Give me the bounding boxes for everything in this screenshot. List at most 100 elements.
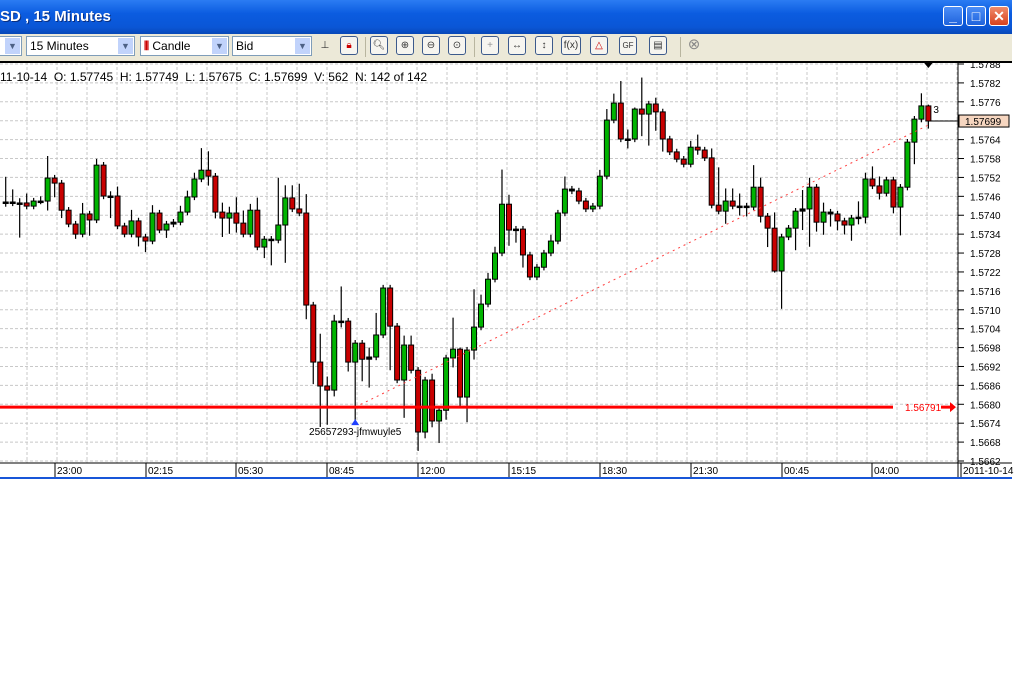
candle-body-up <box>478 303 485 328</box>
price-tick-label: 1.5782 <box>970 79 1001 90</box>
minimize-button[interactable]: _ <box>943 6 963 26</box>
period-select[interactable]: 15 Minutes ▼ <box>26 36 135 56</box>
candle-body-down <box>652 103 659 113</box>
maximize-icon: □ <box>971 8 981 24</box>
candle-body-down <box>114 195 121 227</box>
lock-button[interactable]: 🔒︎ <box>340 36 358 55</box>
candle-body-up <box>778 236 785 272</box>
candle-body-down <box>212 175 219 213</box>
price-tick-label: 1.5680 <box>970 400 1001 411</box>
candle-body-up <box>589 205 596 210</box>
candle-body-down <box>869 178 876 187</box>
symbol-select[interactable]: ▼ <box>0 36 22 56</box>
save-chart-button[interactable]: ▤ <box>649 36 667 55</box>
candle-body-up <box>806 186 813 210</box>
horizontal-scale-button[interactable]: ↔ <box>508 36 526 55</box>
price-tick-label: 1.5716 <box>970 287 1001 298</box>
candle <box>883 176 890 197</box>
separator <box>680 37 681 57</box>
close-button[interactable]: ✕ <box>989 6 1009 26</box>
candle <box>603 109 610 180</box>
indicators-button[interactable]: f(x) <box>561 36 581 55</box>
chart-toolbar: ▼ 15 Minutes ▼ ⫴ Candle ▼ Bid ▼ ⊥ 🔒︎ 🔍︎ ⊕ ⊖… <box>0 34 1012 63</box>
price-tick-label: 1.5740 <box>970 211 1001 222</box>
lock-icon: 🔒︎ <box>346 40 352 51</box>
price-tick-label: 1.5746 <box>970 192 1001 203</box>
candle-body-down <box>142 236 149 242</box>
chevron-down-icon: ▼ <box>212 38 227 54</box>
crosshair-button[interactable]: + <box>481 36 499 55</box>
candle-body-down <box>575 190 582 202</box>
candle-body-down <box>51 177 58 184</box>
order-label: 25657293-jfmwuyle5 <box>309 427 402 438</box>
candle-body-up <box>198 169 205 180</box>
chart-type-select[interactable]: ⫴ Candle ▼ <box>140 36 229 56</box>
candle-body-down <box>582 200 589 210</box>
candle-body-up <box>596 175 603 207</box>
time-tick-label: 08:45 <box>329 466 354 477</box>
candle-body-down <box>296 208 303 214</box>
candle-body-up <box>128 220 135 235</box>
candle-body-down <box>219 211 226 219</box>
candle-body-down <box>303 212 310 306</box>
price-tick-label: 1.5752 <box>970 173 1001 184</box>
candle-body-up <box>547 240 554 254</box>
separator <box>365 37 366 57</box>
drawing-tools-button[interactable]: △ <box>590 36 608 55</box>
candle-body-up <box>79 213 86 235</box>
candle <box>156 209 163 234</box>
candle <box>429 373 436 428</box>
price-tick-label: 1.5722 <box>970 268 1001 279</box>
time-tick-label: 12:00 <box>420 466 445 477</box>
vertical-scale-icon: ↕ <box>541 40 547 51</box>
price-tick-label: 1.5758 <box>970 155 1001 166</box>
title-bar[interactable]: SD , 15 Minutes _ □ ✕ <box>0 0 1012 34</box>
candle-body-down <box>317 361 324 387</box>
candle-body-down <box>394 325 401 381</box>
price-tick-label: 1.5686 <box>970 381 1001 392</box>
zoom-out-button[interactable]: ⊖ <box>422 36 440 55</box>
candle-body-down <box>121 225 128 235</box>
vertical-scale-button[interactable]: ↕ <box>535 36 553 55</box>
candle-body-up <box>561 188 568 214</box>
save-icon: ▤ <box>653 40 663 51</box>
gf-button[interactable]: GF <box>619 36 637 55</box>
price-type-select[interactable]: Bid ▼ <box>232 36 312 56</box>
window-bottom-border <box>0 477 1012 479</box>
candle <box>554 209 561 245</box>
candle-body-down <box>876 185 883 194</box>
candle-body-up <box>848 217 855 226</box>
candle-body-down <box>757 186 764 217</box>
candle-body-up <box>471 326 478 351</box>
zoom-fit-button[interactable]: 🔍︎ <box>370 36 388 55</box>
candle-body-up <box>226 212 233 219</box>
candle-body-up <box>862 178 869 218</box>
candle-body-down <box>659 111 666 140</box>
zoom-range-button[interactable]: ⊙ <box>448 36 466 55</box>
close-circle-icon: ⊗ <box>687 36 701 53</box>
candle <box>93 158 100 224</box>
candle-body-up <box>170 221 177 225</box>
candle-body-up <box>331 320 338 391</box>
candle-body-down <box>568 188 575 192</box>
candle-body-up <box>282 197 289 226</box>
info-open: O: 1.57745 <box>53 70 114 84</box>
price-tick-label: 1.5710 <box>970 306 1001 317</box>
candle-body-up <box>163 223 170 231</box>
candle-body-up <box>785 227 792 238</box>
candle-body-up <box>492 252 498 280</box>
price-tick-label: 1.5734 <box>970 230 1001 241</box>
candle <box>380 284 387 339</box>
candle <box>526 251 533 281</box>
zoom-range-icon: ⊙ <box>452 40 462 51</box>
candle-body-down <box>324 385 331 391</box>
candle <box>708 148 715 209</box>
candle-body-down <box>415 369 422 433</box>
maximize-button[interactable]: □ <box>966 6 986 26</box>
candle-body-up <box>37 200 44 204</box>
candle-body-down <box>708 157 715 206</box>
axis-button[interactable]: ⊥ <box>316 36 334 55</box>
zoom-in-button[interactable]: ⊕ <box>396 36 414 55</box>
close-chart-button[interactable]: ⊗ <box>685 36 703 55</box>
candle <box>303 194 310 320</box>
